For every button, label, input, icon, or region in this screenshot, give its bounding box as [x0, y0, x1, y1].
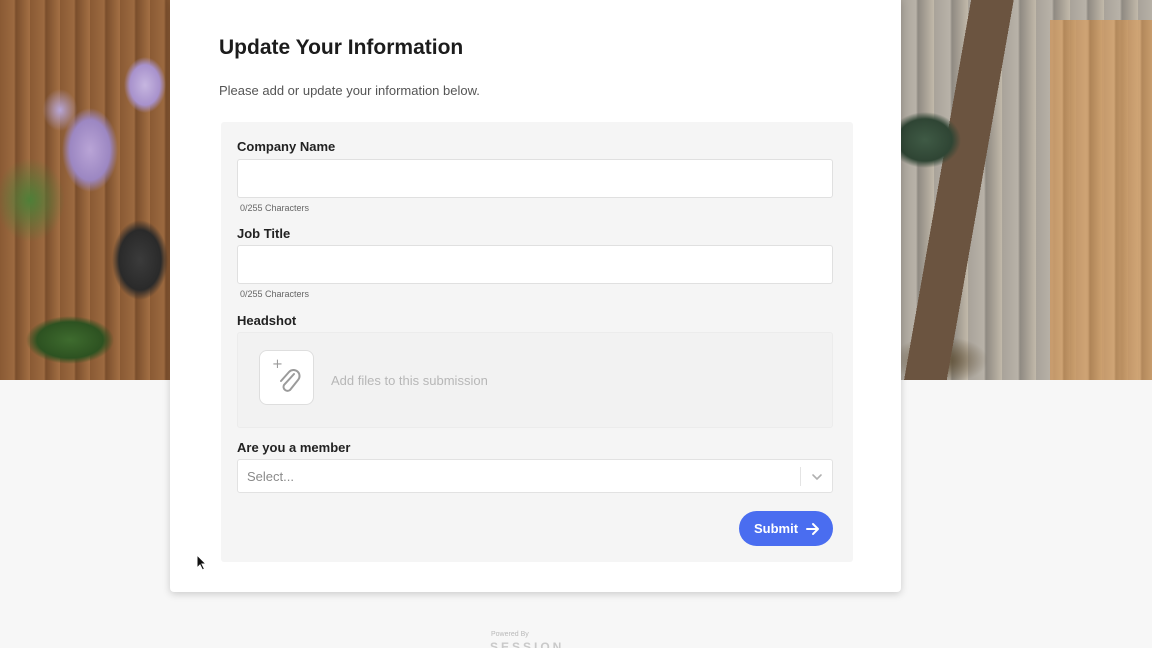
member-label: Are you a member	[237, 440, 351, 455]
add-file-button[interactable]: +	[259, 350, 314, 405]
member-select-placeholder: Select...	[247, 469, 294, 484]
company-name-input[interactable]	[237, 159, 833, 198]
job-title-label: Job Title	[237, 226, 291, 241]
headshot-label: Headshot	[237, 313, 297, 328]
form-card: Update Your Information Please add or up…	[170, 0, 901, 592]
upload-hint: Add files to this submission	[331, 373, 488, 388]
select-divider	[800, 467, 801, 486]
company-name-counter: 0/255 Characters	[240, 203, 310, 213]
job-title-counter: 0/255 Characters	[240, 289, 310, 299]
banner-image-left	[0, 0, 170, 380]
banner-fence	[1050, 20, 1152, 380]
page: Update Your Information Please add or up…	[0, 0, 1152, 648]
submit-label: Submit	[754, 521, 799, 536]
page-title: Update Your Information	[219, 36, 464, 59]
powered-by-label: Powered By	[491, 631, 529, 638]
mouse-cursor-icon	[196, 554, 208, 571]
paperclip-icon	[280, 369, 301, 392]
form-panel: Company Name 0/255 Characters Job Title …	[221, 122, 853, 562]
job-title-input[interactable]	[237, 245, 833, 284]
brand-logo[interactable]: SESSION	[490, 641, 564, 648]
arrow-right-icon	[806, 523, 819, 535]
file-dropzone[interactable]: + Add files to this submission	[237, 332, 833, 428]
chevron-down-icon[interactable]	[811, 471, 823, 483]
member-select[interactable]: Select...	[237, 459, 833, 493]
page-subtitle: Please add or update your information be…	[219, 83, 480, 98]
company-name-label: Company Name	[237, 139, 336, 154]
submit-button[interactable]: Submit	[739, 511, 833, 546]
